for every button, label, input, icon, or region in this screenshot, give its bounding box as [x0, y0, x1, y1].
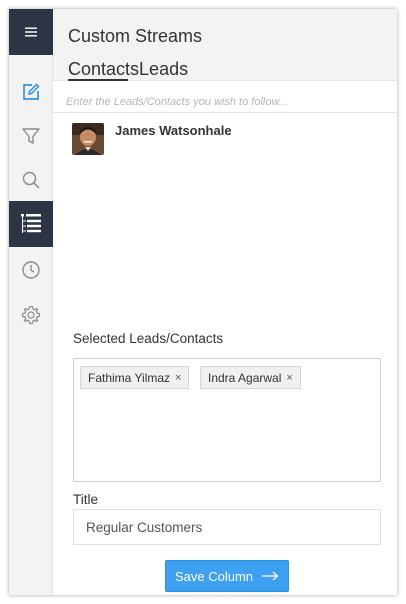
search-input[interactable] — [53, 91, 397, 113]
sidebar-item-history[interactable] — [9, 247, 53, 293]
sidebar-item-streams[interactable] — [9, 201, 53, 247]
search-result-item[interactable]: James Watsonhale — [72, 123, 232, 155]
search-icon — [22, 171, 40, 189]
list-icon — [21, 214, 41, 233]
menu-button[interactable] — [9, 9, 53, 55]
filter-icon — [22, 128, 40, 144]
title-field[interactable] — [73, 509, 381, 545]
page-title: Custom Streams — [68, 26, 203, 46]
selected-chip: Indra Agarwal × — [200, 366, 301, 389]
remove-chip-icon[interactable]: × — [286, 372, 292, 384]
sidebar-item-settings[interactable] — [9, 292, 53, 338]
result-name: James Watsonhale — [115, 123, 232, 138]
hamburger-icon — [25, 27, 37, 37]
tab-bar: Contacts Leads — [68, 59, 188, 80]
avatar — [72, 123, 104, 155]
selected-label: Selected Leads/Contacts — [73, 331, 224, 346]
chip-label: Fathima Yilmaz — [88, 370, 171, 385]
main-content: Custom Streams ContactsLeads James Wats — [53, 9, 397, 595]
custom-streams-panel: Custom Streams ContactsLeads James Wats — [9, 9, 397, 595]
arrow-right-icon — [261, 571, 279, 581]
title-label: Title — [73, 492, 99, 507]
remove-chip-icon[interactable]: × — [175, 372, 181, 384]
header: Custom Streams Contacts Leads — [53, 9, 397, 81]
selected-contacts-box[interactable]: Fathima Yilmaz × Indra Agarwal × — [73, 358, 381, 482]
compose-icon — [23, 83, 40, 100]
tab-leads[interactable]: Leads — [139, 59, 188, 80]
save-button-label: Save Column — [174, 568, 254, 584]
sidebar-item-filter[interactable] — [9, 113, 53, 159]
gear-icon — [21, 305, 41, 325]
active-tab-indicator — [68, 79, 128, 81]
tab-contacts[interactable]: Contacts — [68, 59, 139, 80]
selected-chip: Fathima Yilmaz × — [80, 366, 190, 389]
save-column-button[interactable]: Save Column — [165, 560, 289, 592]
clock-icon — [22, 261, 40, 279]
sidebar-item-search[interactable] — [9, 157, 53, 203]
chip-label: Indra Agarwal — [208, 370, 282, 385]
sidebar-item-compose[interactable] — [9, 69, 53, 115]
sidebar — [9, 9, 53, 595]
